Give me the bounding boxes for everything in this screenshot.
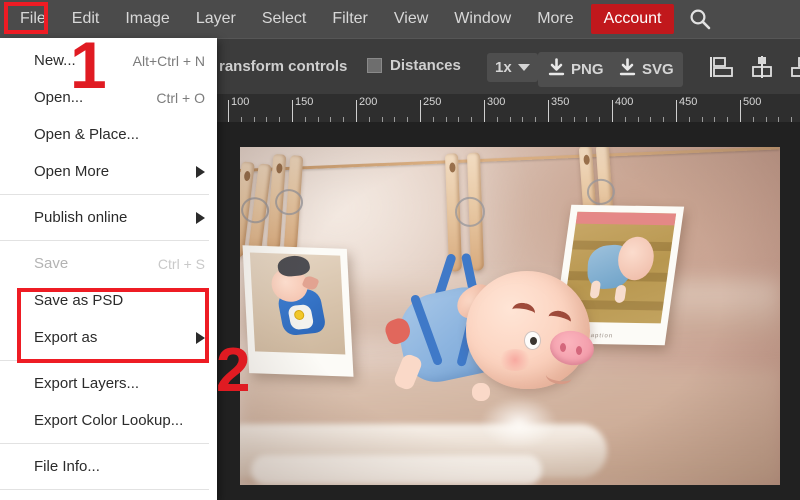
svg-label: SVG	[642, 61, 674, 78]
ruler-major-tick	[612, 100, 613, 122]
menu-option-file-info[interactable]: File Info...	[0, 448, 217, 485]
account-button[interactable]: Account	[591, 4, 675, 34]
ruler-label: 400	[615, 96, 633, 108]
distances-label: Distances	[390, 57, 461, 74]
menu-option-shortcut: Ctrl + O	[156, 90, 205, 106]
document-canvas[interactable]: Photo caption	[240, 147, 780, 485]
menu-item-layer[interactable]: Layer	[183, 3, 249, 35]
canvas-workspace[interactable]: Photo caption	[217, 122, 800, 500]
ruler-label: 250	[423, 96, 441, 108]
menu-option-label: Open More	[34, 163, 109, 180]
zoom-level-value: 1x	[495, 59, 512, 76]
menu-option-export-as[interactable]: Export as	[0, 319, 217, 356]
ruler-label: 150	[295, 96, 313, 108]
align-left-icon[interactable]	[709, 55, 735, 79]
menu-option-save: Save Ctrl + S	[0, 245, 217, 282]
download-icon	[547, 58, 566, 81]
menu-option-label: Export as	[34, 329, 97, 346]
ruler-label: 100	[231, 96, 249, 108]
menu-option-export-color-lookup[interactable]: Export Color Lookup...	[0, 402, 217, 439]
menu-option-new[interactable]: New...Alt+Ctrl + N	[0, 42, 217, 79]
menu-option-label: Open & Place...	[34, 126, 139, 143]
menu-option-shortcut: Alt+Ctrl + N	[133, 53, 205, 69]
menu-option-open-place[interactable]: Open & Place...	[0, 116, 217, 153]
export-svg-button[interactable]: SVG	[609, 52, 683, 87]
chevron-down-icon	[518, 64, 530, 71]
menu-option-publish-online[interactable]: Publish online	[0, 199, 217, 236]
menu-option-label: Save	[34, 255, 68, 272]
menu-option-open[interactable]: Open...Ctrl + O	[0, 79, 217, 116]
menu-option-export-layers[interactable]: Export Layers...	[0, 365, 217, 402]
ruler-major-tick	[356, 100, 357, 122]
menu-separator	[0, 443, 209, 444]
file-dropdown-menu[interactable]: New...Alt+Ctrl + NOpen...Ctrl + O Open & …	[0, 38, 217, 500]
ruler-major-tick	[292, 100, 293, 122]
ruler-label: 200	[359, 96, 377, 108]
menu-separator	[0, 240, 209, 241]
menu-option-label: Save as PSD	[34, 292, 123, 309]
annotation-step-2: 2	[216, 340, 250, 402]
ruler-label: 300	[487, 96, 505, 108]
zoom-level-select[interactable]: 1x	[487, 53, 538, 82]
submenu-arrow-icon	[196, 212, 205, 224]
ruler-major-tick	[676, 100, 677, 122]
distances-checkbox[interactable]	[367, 58, 382, 73]
submenu-arrow-icon	[196, 166, 205, 178]
ruler-major-tick	[740, 100, 741, 122]
menu-bar: File Edit Image Layer Select Filter View…	[0, 0, 800, 38]
export-png-button[interactable]: PNG	[538, 52, 613, 87]
menu-separator	[0, 489, 209, 490]
annotation-step-1: 1	[70, 32, 107, 98]
menu-item-view[interactable]: View	[381, 3, 441, 35]
transform-controls-label: ransform controls	[219, 58, 347, 75]
menu-separator	[0, 194, 209, 195]
menu-option-shortcut: Ctrl + S	[158, 256, 205, 272]
ruler-major-tick	[228, 100, 229, 122]
ruler-label: 350	[551, 96, 569, 108]
menu-separator	[0, 360, 209, 361]
png-label: PNG	[571, 61, 604, 78]
menu-item-filter[interactable]: Filter	[319, 3, 381, 35]
menu-option-open-more[interactable]: Open More	[0, 153, 217, 190]
menu-item-window[interactable]: Window	[441, 3, 524, 35]
menu-item-image[interactable]: Image	[112, 3, 182, 35]
menu-item-file[interactable]: File	[7, 3, 59, 35]
submenu-arrow-icon	[196, 332, 205, 344]
ruler-major-tick	[484, 100, 485, 122]
ruler-label: 500	[743, 96, 761, 108]
menu-option-save-as-psd[interactable]: Save as PSD	[0, 282, 217, 319]
horizontal-ruler: 100 150 200 250 300 350 400 450 500	[217, 94, 800, 122]
ruler-major-tick	[420, 100, 421, 122]
menu-option-label: Export Layers...	[34, 375, 139, 392]
ruler-label: 450	[679, 96, 697, 108]
menu-option-label: Export Color Lookup...	[34, 412, 183, 429]
align-center-icon[interactable]	[749, 55, 775, 79]
download-icon	[618, 58, 637, 81]
photo-image: Photo caption	[240, 147, 780, 485]
menu-item-select[interactable]: Select	[249, 3, 319, 35]
photo-editor-window: File Edit Image Layer Select Filter View…	[0, 0, 800, 500]
ruler-major-tick	[548, 100, 549, 122]
menu-option-label: File Info...	[34, 458, 100, 475]
align-right-icon[interactable]	[789, 55, 800, 79]
search-icon[interactable]	[686, 5, 714, 33]
polaroid-left	[242, 245, 353, 376]
menu-option-label: Publish online	[34, 209, 127, 226]
menu-item-more[interactable]: More	[524, 3, 586, 35]
